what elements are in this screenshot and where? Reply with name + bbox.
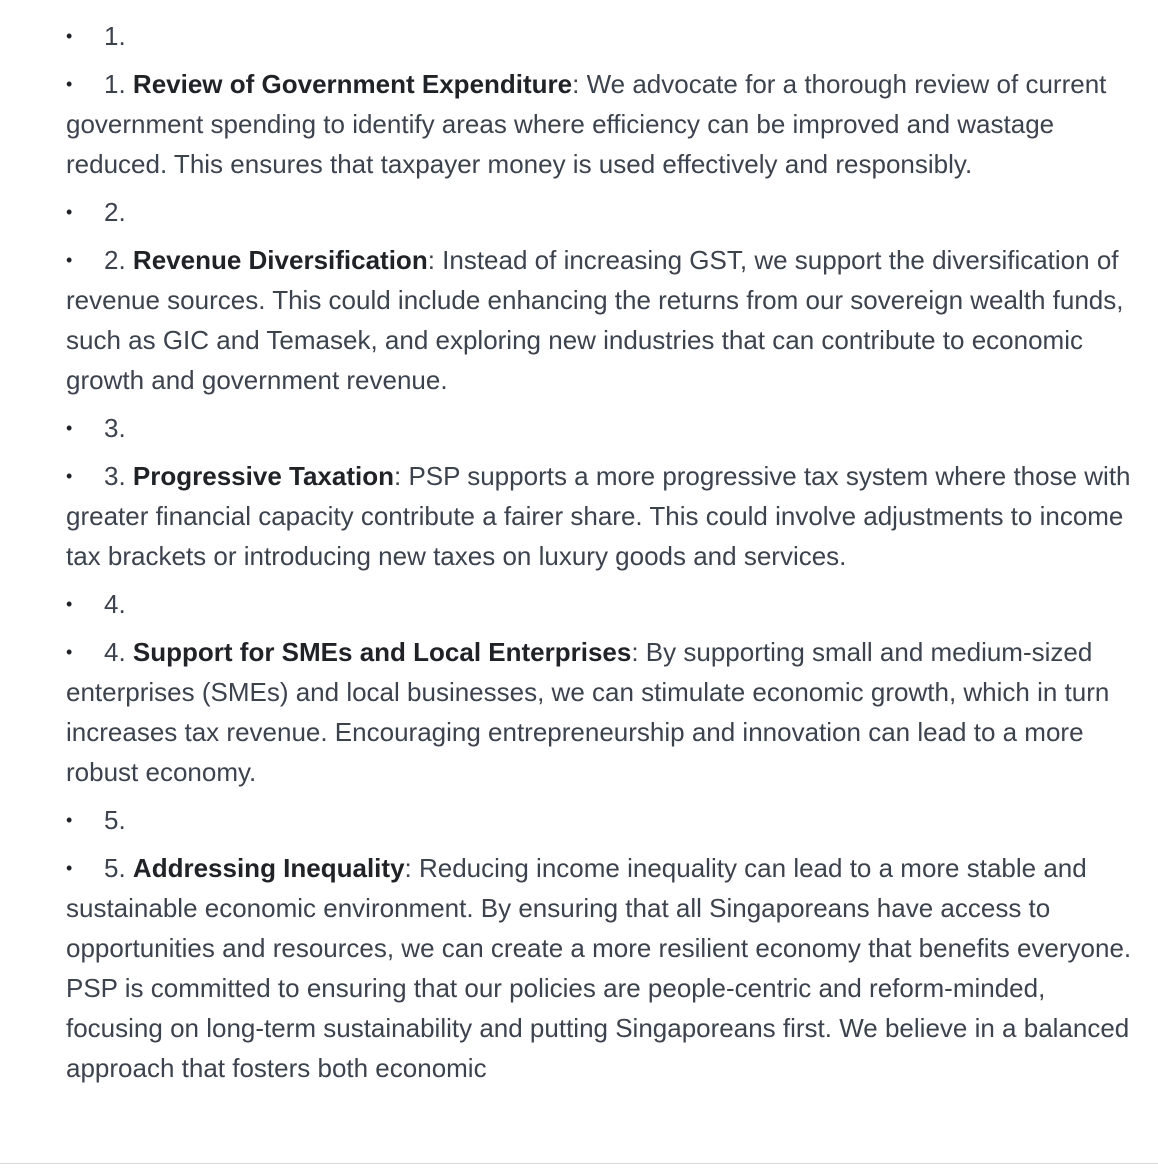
list-item: • 2. Revenue Diversification: Instead of … — [66, 240, 1142, 400]
bullet-icon: • — [66, 810, 73, 830]
bullet-icon: • — [66, 250, 73, 270]
list-item: • 2. — [66, 192, 1142, 232]
list-item: • 3. — [66, 408, 1142, 448]
item-text: : Reducing income inequality can lead to… — [66, 853, 1132, 1083]
bottom-mask — [0, 1164, 1158, 1174]
list-item: • 1. Review of Government Expenditure: We… — [66, 64, 1142, 184]
list-item: • 5. — [66, 800, 1142, 840]
item-number: 2. — [104, 245, 126, 275]
bullet-icon: • — [66, 858, 73, 878]
item-number: 4. — [104, 637, 126, 667]
bullet-icon: • — [66, 466, 73, 486]
item-number: 1. — [104, 69, 126, 99]
bullet-icon: • — [66, 418, 73, 438]
item-title: Addressing Inequality — [132, 853, 405, 883]
divider — [0, 1163, 1158, 1164]
item-title: Support for SMEs and Local Enterprises — [132, 637, 632, 667]
bullet-icon: • — [66, 594, 73, 614]
bullet-icon: • — [66, 26, 73, 46]
item-number: 2. — [104, 197, 126, 227]
list-item: • 4. Support for SMEs and Local Enterpris… — [66, 632, 1142, 792]
message-content: • 1. • 1. Review of Government Expenditure… — [66, 16, 1142, 1096]
bullet-icon: • — [66, 202, 73, 222]
item-title: Review of Government Expenditure — [132, 69, 573, 99]
list-item: • 5. Addressing Inequality: Reducing inco… — [66, 848, 1142, 1088]
item-number: 3. — [104, 413, 126, 443]
item-title: Revenue Diversification — [132, 245, 428, 275]
item-number: 5. — [104, 853, 126, 883]
bullet-icon: • — [66, 642, 73, 662]
item-number: 3. — [104, 461, 126, 491]
item-number: 4. — [104, 589, 126, 619]
list-item: • 1. — [66, 16, 1142, 56]
bullet-icon: • — [66, 74, 73, 94]
item-number: 5. — [104, 805, 126, 835]
item-number: 1. — [104, 21, 126, 51]
list-item: • 4. — [66, 584, 1142, 624]
item-title: Progressive Taxation — [132, 461, 394, 491]
list-item: • 3. Progressive Taxation: PSP supports a… — [66, 456, 1142, 576]
